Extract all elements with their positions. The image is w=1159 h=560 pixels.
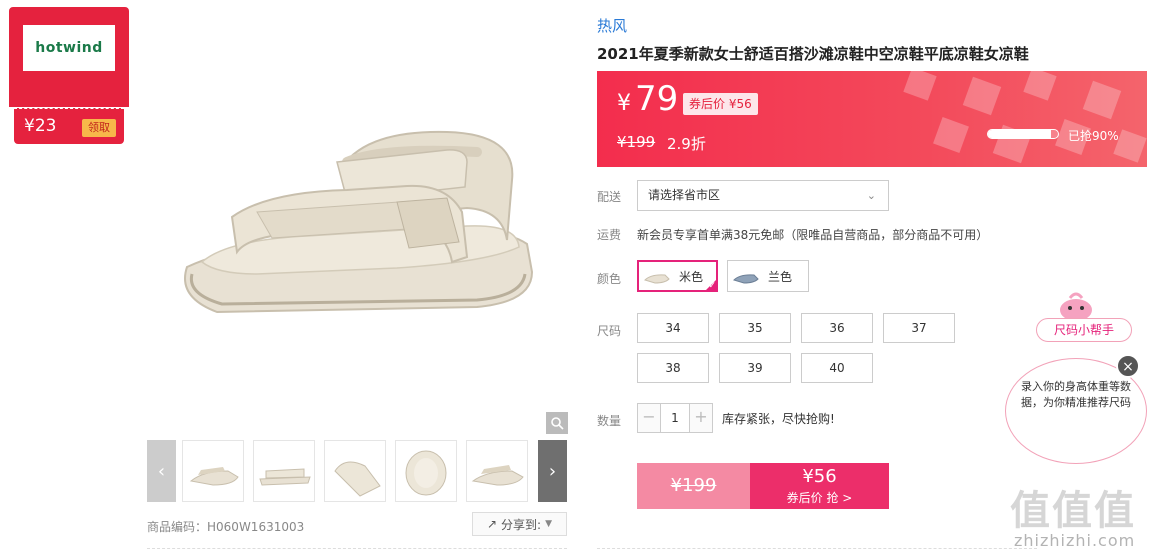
quantity-minus-button[interactable]: −: [638, 404, 660, 432]
size-option-34[interactable]: 34: [637, 313, 709, 343]
divider: [597, 548, 1037, 549]
current-price: ¥79: [617, 79, 678, 119]
thumbnail-4[interactable]: [395, 440, 457, 502]
chevron-right-icon[interactable]: ›: [538, 440, 567, 502]
share-button[interactable]: ↗ 分享到: ▼: [472, 512, 567, 536]
size-helper-button[interactable]: 尺码小帮手: [1036, 318, 1132, 342]
buy-price: ¥56: [802, 466, 837, 487]
sold-text: 已抢90%: [1068, 129, 1119, 143]
coupon-claim-button[interactable]: 领取: [82, 119, 116, 137]
currency-symbol: ¥: [617, 91, 631, 116]
share-label: 分享到:: [501, 517, 542, 532]
size-option-38[interactable]: 38: [637, 353, 709, 383]
divider: [147, 548, 567, 549]
buy-original-price[interactable]: ¥199: [637, 463, 750, 509]
watermark-logo: 值值值: [1010, 488, 1136, 534]
thumbnail-5[interactable]: [466, 440, 528, 502]
color-option-label: 米色: [679, 269, 704, 284]
thumbnail-2[interactable]: [253, 440, 315, 502]
color-label: 颜色: [597, 272, 622, 286]
check-icon: ✓: [708, 281, 716, 291]
after-coupon-badge: 券后价 ¥56: [683, 93, 758, 115]
current-price-value: 79: [635, 79, 679, 119]
delivery-label: 配送: [597, 190, 622, 204]
sold-progress-bar: [987, 129, 1059, 139]
shipping-label: 运费: [597, 228, 622, 242]
buy-coupon-button[interactable]: ¥56 券后价 抢 >: [750, 463, 889, 509]
region-select-value: 请选择省市区: [648, 188, 721, 202]
color-option-blue[interactable]: 兰色: [727, 260, 809, 292]
chevron-down-icon: ▼: [545, 519, 553, 529]
sandal-illustration: [184, 130, 534, 314]
product-code-value: H060W1631003: [207, 520, 305, 534]
sold-progress-fill: [988, 130, 1051, 138]
product-code-label: 商品编码：: [147, 520, 208, 534]
color-option-label: 兰色: [768, 269, 793, 284]
size-option-37[interactable]: 37: [883, 313, 955, 343]
coupon-strip[interactable]: ¥23 领取: [14, 108, 124, 144]
blue-swatch: [733, 274, 759, 284]
product-page: hotwind ¥23 领取 ‹ › 商品编码：H060W1631003 ↗ 分…: [0, 0, 1159, 560]
shipping-text: 新会员专享首单满38元免邮（限唯品自营商品，部分商品不可用）: [637, 228, 989, 242]
price-banner: ¥79 券后价 ¥56 ¥199 2.9折 已抢90%: [597, 71, 1147, 167]
beige-swatch: [644, 274, 670, 284]
share-icon: ↗: [486, 517, 498, 531]
product-code: 商品编码：H060W1631003: [147, 518, 304, 535]
checker-pattern: [903, 71, 1147, 164]
size-option-36[interactable]: 36: [801, 313, 873, 343]
brand-logo-text: hotwind: [35, 40, 103, 56]
size-label: 尺码: [597, 324, 622, 338]
product-title: 2021年夏季新款女士舒适百搭沙滩凉鞋中空凉鞋平底凉鞋女凉鞋: [597, 45, 1029, 63]
quantity-input[interactable]: 1: [660, 404, 690, 432]
size-option-39[interactable]: 39: [719, 353, 791, 383]
stock-text: 库存紧张，尽快抢购!: [722, 412, 835, 426]
brand-badge[interactable]: hotwind: [9, 7, 129, 107]
thumbnail-3[interactable]: [324, 440, 386, 502]
quantity-plus-button[interactable]: +: [690, 404, 712, 432]
watermark-url: zhizhizhi.com: [1014, 531, 1136, 550]
coupon-value: ¥23: [24, 116, 57, 136]
brand-logo[interactable]: hotwind: [23, 25, 115, 71]
size-option-35[interactable]: 35: [719, 313, 791, 343]
chevron-left-icon[interactable]: ‹: [147, 440, 176, 502]
close-icon[interactable]: ×: [1116, 354, 1140, 378]
magnifier-icon[interactable]: [546, 412, 568, 434]
chevron-down-icon: ⌄: [866, 189, 876, 202]
buy-subtitle: 券后价 抢 >: [786, 491, 853, 505]
size-option-40[interactable]: 40: [801, 353, 873, 383]
region-select[interactable]: 请选择省市区 ⌄: [637, 180, 889, 211]
brand-link[interactable]: 热风: [597, 15, 627, 36]
color-option-beige[interactable]: 米色 ✓: [637, 260, 718, 292]
original-price: ¥199: [617, 133, 656, 151]
quantity-stepper: − 1 +: [637, 403, 713, 433]
main-product-image[interactable]: [147, 12, 567, 432]
quantity-label: 数量: [597, 414, 622, 428]
thumbnail-1[interactable]: [182, 440, 244, 502]
discount: 2.9折: [667, 135, 706, 153]
